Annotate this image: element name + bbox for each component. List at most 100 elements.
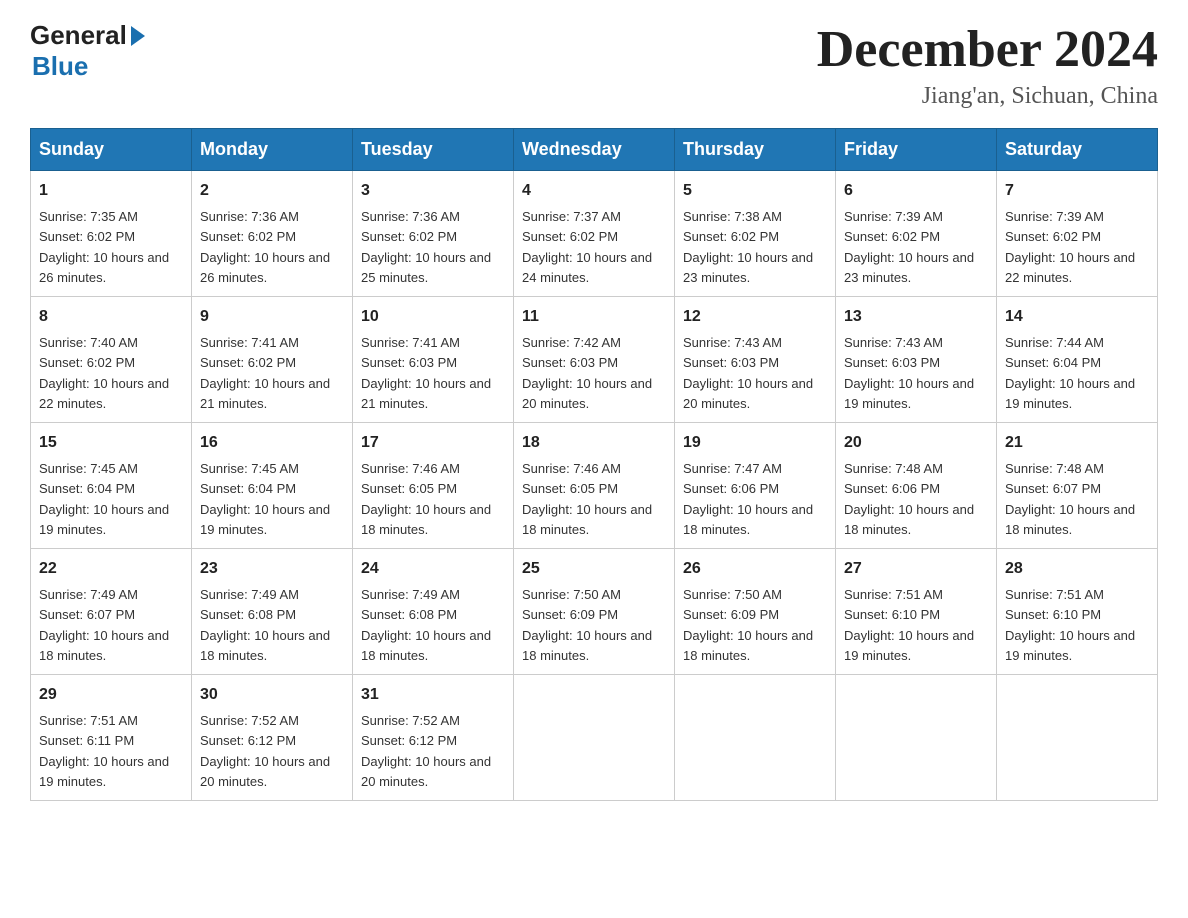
day-number: 29 [39,683,183,707]
header-thursday: Thursday [675,129,836,171]
cell-info: Sunrise: 7:41 AMSunset: 6:02 PMDaylight:… [200,335,330,411]
calendar-cell: 17 Sunrise: 7:46 AMSunset: 6:05 PMDaylig… [353,423,514,549]
day-number: 16 [200,431,344,455]
day-number: 7 [1005,179,1149,203]
day-number: 27 [844,557,988,581]
cell-info: Sunrise: 7:37 AMSunset: 6:02 PMDaylight:… [522,209,652,285]
day-number: 11 [522,305,666,329]
cell-info: Sunrise: 7:41 AMSunset: 6:03 PMDaylight:… [361,335,491,411]
day-number: 5 [683,179,827,203]
calendar-cell: 4 Sunrise: 7:37 AMSunset: 6:02 PMDayligh… [514,171,675,297]
header-monday: Monday [192,129,353,171]
day-number: 19 [683,431,827,455]
cell-info: Sunrise: 7:51 AMSunset: 6:11 PMDaylight:… [39,713,169,789]
header-sunday: Sunday [31,129,192,171]
calendar-cell: 14 Sunrise: 7:44 AMSunset: 6:04 PMDaylig… [997,297,1158,423]
day-number: 8 [39,305,183,329]
calendar-cell: 13 Sunrise: 7:43 AMSunset: 6:03 PMDaylig… [836,297,997,423]
header-tuesday: Tuesday [353,129,514,171]
cell-info: Sunrise: 7:48 AMSunset: 6:06 PMDaylight:… [844,461,974,537]
calendar-cell: 22 Sunrise: 7:49 AMSunset: 6:07 PMDaylig… [31,549,192,675]
calendar-header: Sunday Monday Tuesday Wednesday Thursday… [31,129,1158,171]
calendar-cell: 11 Sunrise: 7:42 AMSunset: 6:03 PMDaylig… [514,297,675,423]
cell-info: Sunrise: 7:49 AMSunset: 6:07 PMDaylight:… [39,587,169,663]
logo-general-text: General [30,20,127,51]
calendar-week-4: 22 Sunrise: 7:49 AMSunset: 6:07 PMDaylig… [31,549,1158,675]
calendar-cell [514,675,675,801]
cell-info: Sunrise: 7:39 AMSunset: 6:02 PMDaylight:… [844,209,974,285]
day-number: 9 [200,305,344,329]
calendar-title-block: December 2024 Jiang'an, Sichuan, China [817,20,1158,110]
day-number: 4 [522,179,666,203]
cell-info: Sunrise: 7:44 AMSunset: 6:04 PMDaylight:… [1005,335,1135,411]
logo-arrow-icon [131,26,145,46]
cell-info: Sunrise: 7:50 AMSunset: 6:09 PMDaylight:… [683,587,813,663]
calendar-cell: 9 Sunrise: 7:41 AMSunset: 6:02 PMDayligh… [192,297,353,423]
cell-info: Sunrise: 7:38 AMSunset: 6:02 PMDaylight:… [683,209,813,285]
calendar-cell: 1 Sunrise: 7:35 AMSunset: 6:02 PMDayligh… [31,171,192,297]
cell-info: Sunrise: 7:51 AMSunset: 6:10 PMDaylight:… [1005,587,1135,663]
cell-info: Sunrise: 7:46 AMSunset: 6:05 PMDaylight:… [522,461,652,537]
calendar-cell: 10 Sunrise: 7:41 AMSunset: 6:03 PMDaylig… [353,297,514,423]
cell-info: Sunrise: 7:45 AMSunset: 6:04 PMDaylight:… [39,461,169,537]
day-number: 15 [39,431,183,455]
cell-info: Sunrise: 7:51 AMSunset: 6:10 PMDaylight:… [844,587,974,663]
calendar-cell: 26 Sunrise: 7:50 AMSunset: 6:09 PMDaylig… [675,549,836,675]
day-number: 18 [522,431,666,455]
day-number: 30 [200,683,344,707]
cell-info: Sunrise: 7:52 AMSunset: 6:12 PMDaylight:… [361,713,491,789]
day-number: 6 [844,179,988,203]
cell-info: Sunrise: 7:35 AMSunset: 6:02 PMDaylight:… [39,209,169,285]
day-number: 31 [361,683,505,707]
calendar-cell: 19 Sunrise: 7:47 AMSunset: 6:06 PMDaylig… [675,423,836,549]
calendar-cell: 7 Sunrise: 7:39 AMSunset: 6:02 PMDayligh… [997,171,1158,297]
calendar-cell: 23 Sunrise: 7:49 AMSunset: 6:08 PMDaylig… [192,549,353,675]
calendar-table: Sunday Monday Tuesday Wednesday Thursday… [30,128,1158,801]
calendar-week-3: 15 Sunrise: 7:45 AMSunset: 6:04 PMDaylig… [31,423,1158,549]
cell-info: Sunrise: 7:52 AMSunset: 6:12 PMDaylight:… [200,713,330,789]
logo: General Blue [30,20,145,82]
page-header: General Blue December 2024 Jiang'an, Sic… [30,20,1158,110]
calendar-cell: 25 Sunrise: 7:50 AMSunset: 6:09 PMDaylig… [514,549,675,675]
calendar-cell: 15 Sunrise: 7:45 AMSunset: 6:04 PMDaylig… [31,423,192,549]
calendar-cell: 8 Sunrise: 7:40 AMSunset: 6:02 PMDayligh… [31,297,192,423]
cell-info: Sunrise: 7:46 AMSunset: 6:05 PMDaylight:… [361,461,491,537]
day-number: 3 [361,179,505,203]
day-number: 20 [844,431,988,455]
month-year-title: December 2024 [817,20,1158,79]
calendar-cell: 6 Sunrise: 7:39 AMSunset: 6:02 PMDayligh… [836,171,997,297]
calendar-cell: 5 Sunrise: 7:38 AMSunset: 6:02 PMDayligh… [675,171,836,297]
header-wednesday: Wednesday [514,129,675,171]
cell-info: Sunrise: 7:49 AMSunset: 6:08 PMDaylight:… [361,587,491,663]
calendar-cell: 30 Sunrise: 7:52 AMSunset: 6:12 PMDaylig… [192,675,353,801]
cell-info: Sunrise: 7:43 AMSunset: 6:03 PMDaylight:… [844,335,974,411]
day-number: 28 [1005,557,1149,581]
cell-info: Sunrise: 7:36 AMSunset: 6:02 PMDaylight:… [200,209,330,285]
header-saturday: Saturday [997,129,1158,171]
cell-info: Sunrise: 7:40 AMSunset: 6:02 PMDaylight:… [39,335,169,411]
calendar-cell: 28 Sunrise: 7:51 AMSunset: 6:10 PMDaylig… [997,549,1158,675]
calendar-cell: 16 Sunrise: 7:45 AMSunset: 6:04 PMDaylig… [192,423,353,549]
calendar-cell: 3 Sunrise: 7:36 AMSunset: 6:02 PMDayligh… [353,171,514,297]
cell-info: Sunrise: 7:48 AMSunset: 6:07 PMDaylight:… [1005,461,1135,537]
cell-info: Sunrise: 7:47 AMSunset: 6:06 PMDaylight:… [683,461,813,537]
day-number: 2 [200,179,344,203]
header-friday: Friday [836,129,997,171]
calendar-cell: 18 Sunrise: 7:46 AMSunset: 6:05 PMDaylig… [514,423,675,549]
day-number: 14 [1005,305,1149,329]
cell-info: Sunrise: 7:50 AMSunset: 6:09 PMDaylight:… [522,587,652,663]
day-number: 21 [1005,431,1149,455]
cell-info: Sunrise: 7:39 AMSunset: 6:02 PMDaylight:… [1005,209,1135,285]
day-number: 1 [39,179,183,203]
day-number: 12 [683,305,827,329]
calendar-body: 1 Sunrise: 7:35 AMSunset: 6:02 PMDayligh… [31,171,1158,801]
cell-info: Sunrise: 7:49 AMSunset: 6:08 PMDaylight:… [200,587,330,663]
calendar-cell: 31 Sunrise: 7:52 AMSunset: 6:12 PMDaylig… [353,675,514,801]
calendar-cell: 21 Sunrise: 7:48 AMSunset: 6:07 PMDaylig… [997,423,1158,549]
cell-info: Sunrise: 7:42 AMSunset: 6:03 PMDaylight:… [522,335,652,411]
cell-info: Sunrise: 7:45 AMSunset: 6:04 PMDaylight:… [200,461,330,537]
day-number: 25 [522,557,666,581]
calendar-cell: 12 Sunrise: 7:43 AMSunset: 6:03 PMDaylig… [675,297,836,423]
day-number: 13 [844,305,988,329]
day-number: 17 [361,431,505,455]
